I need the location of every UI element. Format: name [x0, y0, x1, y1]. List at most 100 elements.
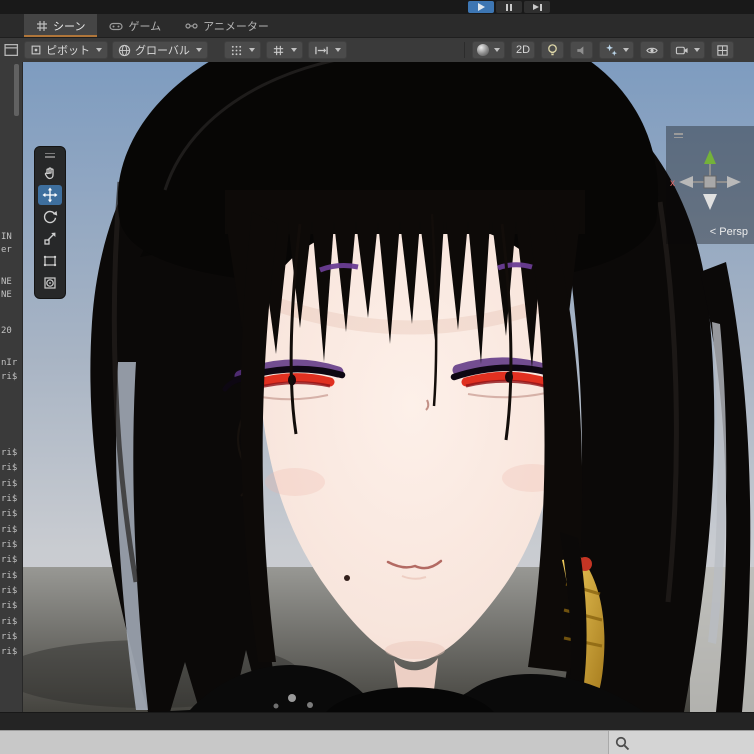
play-button[interactable] [468, 1, 494, 13]
tool-palette [34, 146, 66, 299]
chevron-down-icon [195, 48, 202, 52]
animator-icon [185, 22, 198, 29]
move-snap-icon [315, 46, 328, 54]
pivot-label: ピボット [46, 45, 90, 57]
chevron-down-icon [96, 48, 102, 52]
left-edge-text: ri$ [1, 571, 18, 581]
globe-icon [118, 44, 131, 56]
orientation-gizmo[interactable]: x < Persp [666, 126, 754, 244]
x-axis-cone [679, 176, 693, 188]
projection-label[interactable]: < Persp [666, 226, 748, 238]
left-edge-text: ri$ [1, 448, 18, 458]
bottom-panel-strip [0, 712, 754, 731]
scene-render-character [0, 62, 754, 712]
left-edge-text: ri$ [1, 509, 18, 519]
toolbar-divider [464, 42, 465, 58]
scene-visibility-button[interactable] [640, 41, 665, 59]
axis-gizmo-icon[interactable]: x [666, 142, 754, 222]
scene-toolbar: ピボット グローバル 2D [0, 38, 754, 63]
snap-increment-dropdown[interactable] [308, 41, 347, 59]
transform-icon [44, 277, 56, 289]
search-icon [615, 736, 630, 750]
left-panel-edge: IN er NE NE 20 nIr ri$ ri$ ri$ ri$ ri$ ri$ ri$ ri$ ri$… [0, 62, 23, 712]
chevron-down-icon [623, 48, 630, 52]
camera-icon [675, 46, 688, 54]
left-edge-text: NE [1, 290, 12, 300]
gizmos-dropdown[interactable] [711, 41, 735, 59]
palette-grip[interactable] [45, 150, 55, 160]
left-edge-text: ri$ [1, 479, 18, 489]
sparkles-icon [606, 44, 618, 56]
gamepad-icon [109, 22, 124, 30]
tab-game-label: ゲーム [128, 20, 162, 33]
unity-editor-window: シーン ゲーム アニメーター ピボット グローバル 2D IN er NE NE… [0, 0, 754, 754]
tab-game[interactable]: ゲーム [97, 14, 173, 37]
move-tool-button[interactable] [38, 185, 62, 205]
transform-tool-button[interactable] [38, 273, 62, 293]
step-button[interactable] [524, 1, 550, 13]
left-edge-text: ri$ [1, 463, 18, 473]
pivot-dropdown[interactable]: ピボット [24, 41, 108, 59]
scene-grid-icon [37, 20, 47, 31]
handle-space-dropdown[interactable]: グローバル [112, 41, 208, 59]
left-edge-text: ri$ [1, 632, 18, 642]
scene-lighting-button[interactable] [541, 41, 565, 59]
neg-y-axis-cone [703, 194, 717, 210]
tab-animator-label: アニメーター [203, 20, 269, 33]
scene-effects-dropdown[interactable] [599, 41, 635, 59]
step-icon [532, 3, 542, 11]
pause-button[interactable] [496, 1, 522, 13]
play-controls [468, 1, 550, 13]
left-edge-text: ri$ [1, 494, 18, 504]
speaker-icon [577, 45, 584, 55]
rect-tool-button[interactable] [38, 251, 62, 271]
rect-icon [43, 255, 57, 267]
pivot-icon [31, 45, 41, 55]
eye-icon [646, 47, 658, 53]
shading-mode-dropdown[interactable] [472, 41, 505, 59]
left-edge-text: NE [1, 277, 12, 287]
left-edge-text: ri$ [1, 540, 18, 550]
grid-dots-icon [231, 45, 242, 55]
scene-camera-dropdown[interactable] [670, 41, 706, 59]
left-edge-text: ri$ [1, 555, 18, 565]
y-axis-cone [704, 150, 716, 164]
play-controls-bar [0, 0, 754, 14]
left-edge-text: ri$ [1, 372, 18, 382]
z-axis-cube [703, 175, 717, 189]
2d-label: 2D [516, 44, 531, 56]
grid-visibility-dropdown[interactable] [224, 41, 261, 59]
left-edge-text: ri$ [1, 525, 18, 535]
scale-icon [44, 232, 56, 245]
left-edge-fragments: IN er NE NE 20 nIr ri$ ri$ ri$ ri$ ri$ ri$ ri$ ri$ ri$… [0, 62, 22, 712]
left-edge-text: 20 [1, 326, 12, 336]
left-edge-text: IN [1, 232, 12, 242]
gizmo-grip[interactable] [674, 133, 683, 138]
rotate-icon [43, 210, 58, 224]
pause-icon [506, 3, 512, 11]
chevron-down-icon [335, 48, 341, 52]
left-edge-text: ri$ [1, 617, 18, 627]
view-tab-bar: シーン ゲーム アニメーター [0, 14, 754, 38]
tab-scene-label: シーン [53, 20, 86, 33]
grid-snap-dropdown[interactable] [266, 41, 303, 59]
shaded-sphere-icon [477, 44, 489, 56]
search-box[interactable] [608, 731, 754, 754]
scale-tool-button[interactable] [38, 229, 62, 249]
scene-toolbar-right: 2D [472, 41, 735, 59]
move-icon [42, 187, 58, 203]
toggle-2d-button[interactable]: 2D [511, 41, 536, 59]
play-icon [477, 3, 485, 11]
left-edge-text: nIr [1, 358, 18, 368]
hand-tool-button[interactable] [38, 163, 62, 183]
left-edge-text: er [1, 245, 12, 255]
tab-scene[interactable]: シーン [24, 14, 98, 37]
rotate-tool-button[interactable] [38, 207, 62, 227]
x-axis-label: x [670, 178, 675, 189]
scene-view[interactable]: IN er NE NE 20 nIr ri$ ri$ ri$ ri$ ri$ ri$ ri$ ri$ ri$… [0, 62, 754, 712]
scene-audio-button[interactable] [570, 41, 594, 59]
handle-space-label: グローバル [135, 45, 190, 57]
chevron-down-icon [694, 48, 701, 52]
hand-icon [44, 167, 54, 180]
tab-animator[interactable]: アニメーター [173, 14, 281, 37]
